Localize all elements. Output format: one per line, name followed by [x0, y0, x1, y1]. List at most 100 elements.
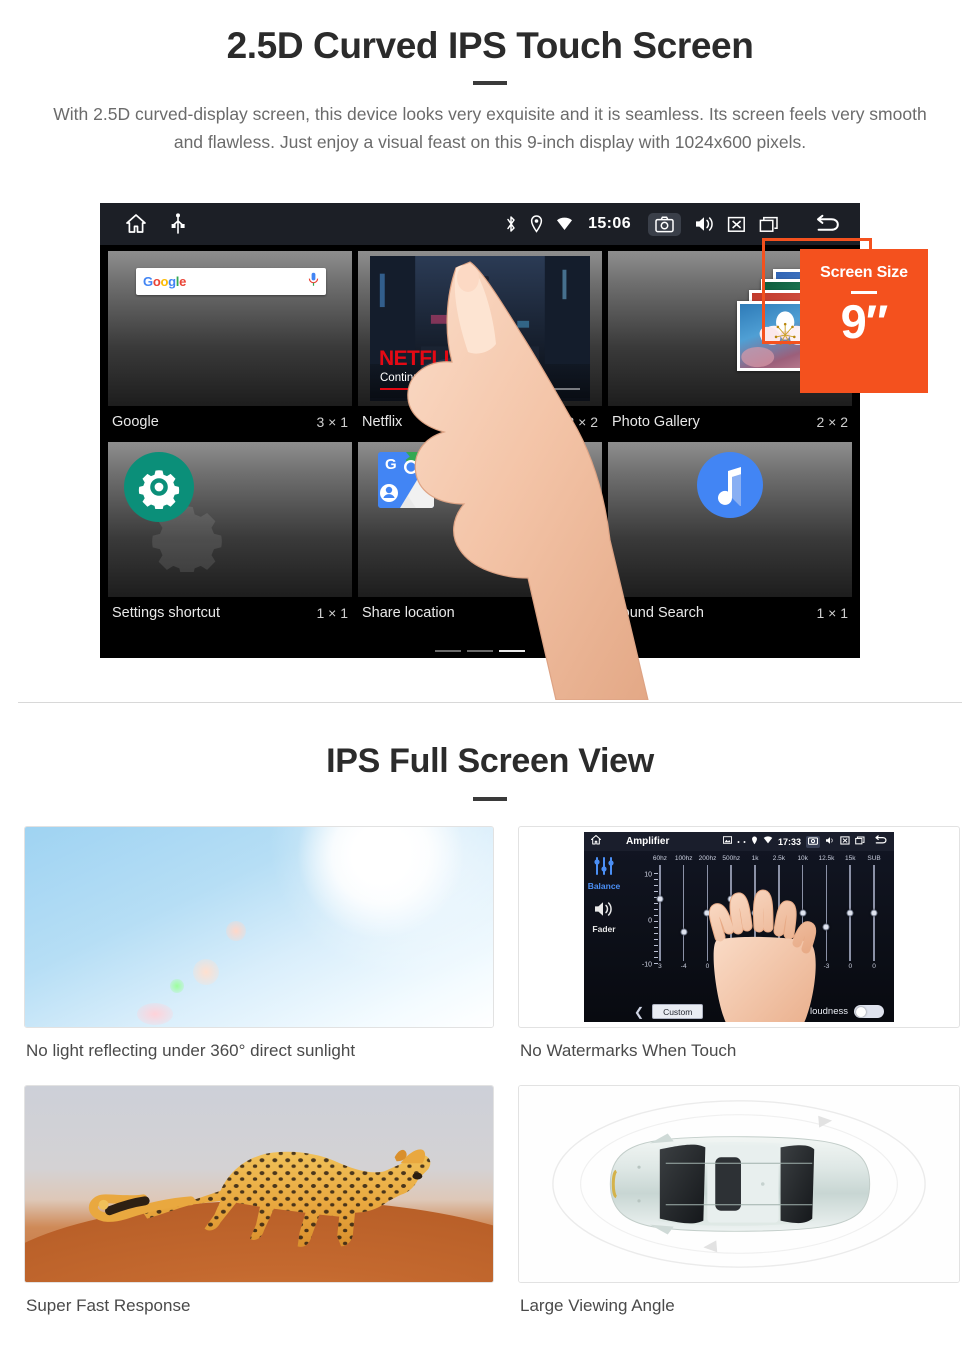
home-icon[interactable] — [590, 834, 602, 849]
eq-slider-knob[interactable] — [656, 895, 664, 903]
widget-row-bottom: Settings shortcut 1 × 1 G Share location… — [108, 442, 852, 629]
widget-label-row: Settings shortcut 1 × 1 — [108, 597, 352, 629]
widget-label-row: Sound Search 1 × 1 — [608, 597, 852, 629]
mute-icon[interactable] — [727, 216, 746, 233]
loudness-toggle[interactable] — [854, 1005, 884, 1018]
amplifier-title: Amplifier — [626, 836, 670, 847]
eq-slider-knob[interactable] — [846, 909, 854, 917]
page-indicator[interactable] — [100, 650, 860, 652]
recents-icon[interactable] — [759, 216, 779, 233]
sound-search-widget — [608, 442, 852, 597]
usb-icon[interactable] — [170, 213, 186, 235]
eq-slider-15k[interactable] — [838, 865, 862, 961]
eq-slider-track[interactable] — [846, 865, 854, 961]
amplifier-tab-balance[interactable]: Balance — [584, 857, 624, 891]
feature-caption: No Watermarks When Touch — [520, 1041, 737, 1060]
widget-size: 1 × 1 — [566, 605, 598, 621]
eq-band-label: 10k — [797, 855, 808, 862]
section-1-title: 2.5D Curved IPS Touch Screen — [226, 25, 754, 66]
music-note-icon — [697, 452, 763, 518]
volume-icon[interactable] — [694, 215, 714, 233]
play-button[interactable] — [459, 301, 501, 344]
eq-band-label: 1k — [751, 855, 759, 862]
eq-slider-knob[interactable] — [822, 923, 830, 931]
widget-size: 1 × 1 — [316, 605, 348, 621]
eq-ytick-neg10: -10 — [641, 961, 652, 969]
eq-slider-track[interactable] — [680, 865, 688, 961]
preset-button[interactable]: Custom — [652, 1004, 704, 1019]
title-underline-rule — [473, 80, 507, 85]
eq-slider-60hz[interactable] — [648, 865, 672, 961]
section-divider — [18, 702, 962, 703]
amplifier-screen: Amplifier 17:33 Balance Fader 10 0 -10 6… — [584, 832, 894, 1022]
feature-tile-viewing-angle: Large Viewing Angle — [518, 1085, 960, 1316]
back-icon[interactable] — [874, 835, 888, 848]
sunlight-gradient — [25, 827, 493, 1027]
amplifier-clock: 17:33 — [777, 836, 801, 847]
eq-slider-track[interactable] — [870, 865, 878, 961]
widget-label-row: Photo Gallery 2 × 2 — [608, 406, 852, 438]
widget-row-top: Google Google 3 × 1 NETFLIX Continue Mar… — [108, 251, 852, 438]
screen-size-label: Screen Size — [820, 264, 908, 281]
recents-icon[interactable] — [855, 836, 865, 848]
amplifier-side-tabs: Balance Fader — [584, 851, 624, 1022]
badge-divider-rule — [851, 291, 877, 294]
widget-cell-share-location[interactable]: G Share location 1 × 1 — [358, 442, 602, 629]
running-cheetah-photo — [24, 1085, 494, 1283]
lens-flare-2 — [193, 959, 220, 985]
mute-icon[interactable] — [840, 835, 850, 848]
equalizer-band-labels: 60hz 100hz 200hz 500hz 1k 2.5k 10k 12.5k… — [626, 855, 886, 862]
feature-caption: No light reflecting under 360° direct su… — [26, 1041, 356, 1060]
car-top-view-illustration — [552, 1100, 926, 1268]
back-icon[interactable] — [814, 214, 842, 234]
location-icon — [530, 215, 543, 233]
feature-tile-sunlight: No light reflecting under 360° direct su… — [24, 826, 494, 1061]
eq-slider-knob[interactable] — [870, 909, 878, 917]
widget-label-row: Share location 1 × 1 — [358, 597, 602, 629]
screen-size-badge: Screen Size 9″ — [800, 249, 928, 393]
netflix-widget: NETFLIX Continue Marvel's Daredevil — [358, 251, 602, 406]
cheetah-silhouette — [88, 1149, 431, 1247]
eq-band-label: 15k — [845, 855, 856, 862]
amplifier-tab-fader[interactable]: Fader — [584, 900, 624, 934]
google-search-box[interactable]: Google — [136, 268, 326, 295]
widget-picker-grid: Google Google 3 × 1 NETFLIX Continue Mar… — [100, 245, 860, 658]
lens-flare-3 — [170, 979, 185, 993]
equalizer-icon — [593, 857, 615, 879]
lens-flare-4 — [137, 1003, 174, 1025]
amplifier-status-bar: Amplifier 17:33 — [584, 832, 894, 851]
eq-band-label: SUB — [867, 855, 881, 862]
eq-slider-track[interactable] — [656, 865, 664, 961]
eq-slider-knob[interactable] — [680, 928, 688, 936]
blue-sky-sunlight-photo — [24, 826, 494, 1028]
amplifier-equalizer-screenshot: Amplifier 17:33 Balance Fader 10 0 -10 6… — [518, 826, 960, 1028]
page-dot-3-active[interactable] — [499, 650, 525, 652]
camera-icon[interactable] — [806, 835, 820, 848]
page-dot-2[interactable] — [467, 650, 493, 652]
microphone-icon[interactable] — [308, 272, 319, 292]
share-location-widget: G — [358, 442, 602, 597]
widget-label-row: Netflix 3 × 2 — [358, 406, 602, 438]
eq-band-label: 2.5k — [772, 855, 786, 862]
page-dot-1[interactable] — [435, 650, 461, 652]
eq-band-value: -4 — [680, 963, 687, 970]
eq-band-label: 12.5k — [818, 855, 835, 862]
eq-slider-100hz[interactable] — [672, 865, 696, 961]
widget-cell-settings-shortcut[interactable]: Settings shortcut 1 × 1 — [108, 442, 352, 629]
gallery-icon — [722, 836, 732, 847]
eq-slider-track[interactable] — [822, 865, 830, 961]
amplifier-tab-balance-label: Balance — [587, 881, 621, 891]
widget-cell-netflix[interactable]: NETFLIX Continue Marvel's Daredevil Netf… — [358, 251, 602, 438]
widget-cell-google[interactable]: Google Google 3 × 1 — [108, 251, 352, 438]
car-top-view-diagram — [518, 1085, 960, 1283]
eq-slider-SUB[interactable] — [862, 865, 886, 961]
google-maps-icon: G — [378, 452, 434, 508]
dots-icon — [737, 836, 746, 847]
camera-icon[interactable] — [648, 212, 681, 236]
chevron-left-icon[interactable]: ❮ — [634, 1005, 644, 1019]
widget-cell-sound-search[interactable]: Sound Search 1 × 1 — [608, 442, 852, 629]
feature-tile-grid: No light reflecting under 360° direct su… — [0, 826, 980, 1316]
volume-icon[interactable] — [825, 836, 835, 848]
home-icon[interactable] — [124, 212, 148, 236]
speaker-icon — [593, 902, 615, 922]
